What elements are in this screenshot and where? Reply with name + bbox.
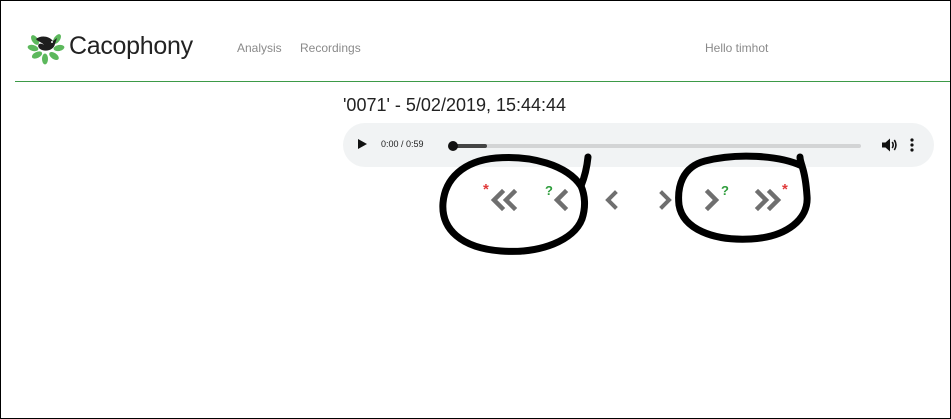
chevron-left-icon (605, 190, 618, 210)
more-options-icon[interactable] (907, 136, 917, 154)
play-icon[interactable] (358, 139, 367, 149)
last-recording-button[interactable]: * (752, 181, 788, 221)
user-greeting[interactable]: Hello timhot (705, 41, 768, 55)
next-untagged-badge: ? (721, 183, 729, 198)
audio-time-display: 0:00 / 0:59 (381, 139, 424, 149)
brand-home-link[interactable]: Cacophony (27, 27, 193, 65)
next-recording-button[interactable] (649, 181, 685, 221)
last-recording-badge: * (782, 181, 788, 198)
audio-seek-fill (453, 144, 487, 148)
volume-icon[interactable] (880, 136, 898, 154)
app-window: Cacophony Analysis Recordings Hello timh… (0, 0, 951, 419)
audio-seek-bar[interactable] (448, 141, 861, 151)
audio-seek-thumb[interactable] (448, 141, 458, 151)
previous-recording-button[interactable] (595, 181, 631, 221)
nav-link-recordings[interactable]: Recordings (300, 41, 361, 55)
recording-title: '0071' - 5/02/2019, 15:44:44 (343, 95, 567, 115)
chevron-left-icon (553, 188, 569, 212)
audio-player: 0:00 / 0:59 (343, 123, 934, 167)
double-chevron-left-icon (490, 188, 518, 212)
previous-untagged-button[interactable]: ? (543, 181, 579, 221)
cacophony-bird-logo-icon (27, 34, 65, 65)
next-untagged-button[interactable]: ? (698, 181, 734, 221)
nav-link-analysis[interactable]: Analysis (237, 41, 282, 55)
first-recording-button[interactable]: * (483, 181, 519, 221)
top-navbar: Cacophony Analysis Recordings Hello timh… (15, 1, 950, 82)
brand-name: Cacophony (69, 31, 193, 60)
chevron-right-icon (659, 190, 672, 210)
